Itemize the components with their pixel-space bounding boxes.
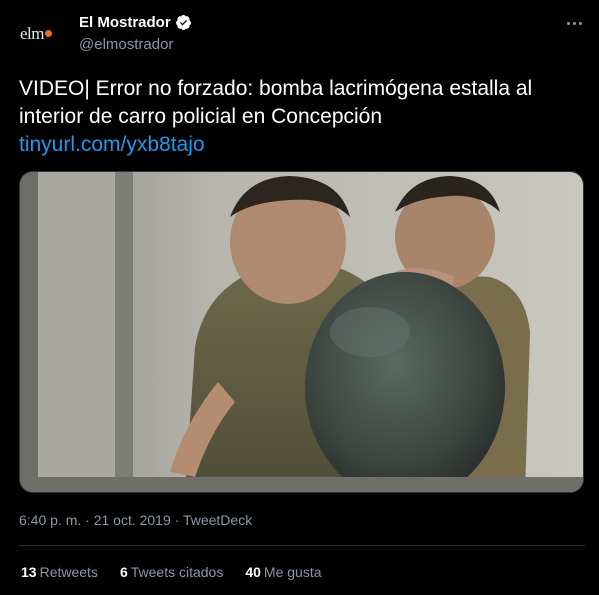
stat-likes[interactable]: 40 Me gusta [245,564,321,580]
video-frame-image [20,172,583,492]
tweet-body: VIDEO| Error no forzado: bomba lacrimóge… [19,77,533,128]
author-display-name[interactable]: El Mostrador [79,14,192,31]
more-options-icon[interactable] [563,12,585,34]
author-name-text: El Mostrador [79,14,171,31]
tweet-text: VIDEO| Error no forzado: bomba lacrimóge… [19,75,584,159]
tweet-link[interactable]: tinyurl.com/yxb8tajo [19,131,584,159]
avatar[interactable]: elm [12,11,58,57]
avatar-logo-text: elm [20,24,45,43]
author-handle[interactable]: @elmostrador [79,36,173,53]
tweet: elm El Mostrador @elmostrador VIDEO| Err… [0,0,599,595]
stat-retweets[interactable]: 13 Retweets [21,564,98,580]
avatar-logo-dot [45,29,52,37]
tweet-timestamp[interactable]: 6:40 p. m. · 21 oct. 2019 · TweetDeck [19,512,252,528]
stat-quote-tweets[interactable]: 6 Tweets citados [120,564,223,580]
verified-badge-icon [175,14,191,31]
tweet-video[interactable] [19,171,584,493]
divider [19,545,585,546]
tweet-stats: 13 Retweets 6 Tweets citados 40 Me gusta [21,564,322,580]
